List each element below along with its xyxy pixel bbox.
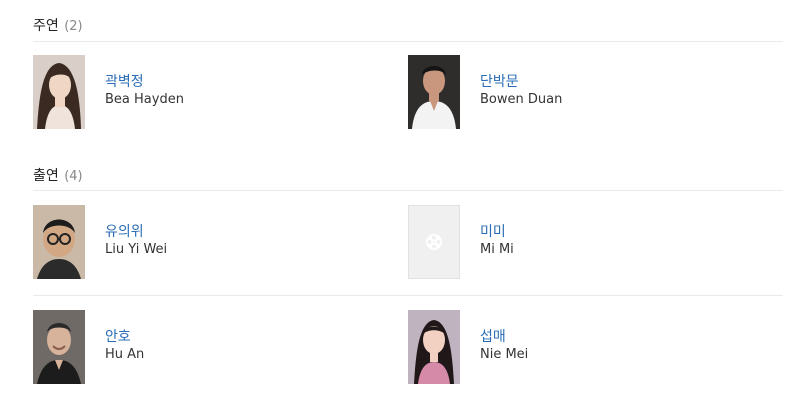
actor-name-ko[interactable]: 안호 xyxy=(105,326,131,346)
actor-photo[interactable] xyxy=(33,55,85,129)
cast-item[interactable]: 미미 Mi Mi xyxy=(408,205,738,281)
section-title-supporting: 출연 (4) xyxy=(33,165,83,185)
actor-photo[interactable] xyxy=(33,205,85,279)
actor-name-ko[interactable]: 섭매 xyxy=(480,326,506,346)
actor-name-en: Hu An xyxy=(105,347,145,362)
actor-name-ko[interactable]: 미미 xyxy=(480,221,506,241)
cast-item[interactable]: 안호 Hu An xyxy=(33,310,363,386)
section-title-supporting-count: (4) xyxy=(64,169,83,184)
film-reel-icon xyxy=(426,234,442,250)
actor-name-en: Liu Yi Wei xyxy=(105,242,168,257)
portrait-woman-long-hair-image xyxy=(33,55,85,129)
section-divider xyxy=(33,41,783,42)
portrait-woman-dark-hair-image xyxy=(408,310,460,384)
portrait-man-glasses-image xyxy=(33,205,85,279)
actor-name-ko[interactable]: 곽벽정 xyxy=(105,71,144,91)
actor-name-ko[interactable]: 유의위 xyxy=(105,221,144,241)
actor-name-en: Bea Hayden xyxy=(105,92,184,107)
section-title-main-count: (2) xyxy=(64,19,83,34)
section-title-main-label: 주연 xyxy=(33,18,59,34)
cast-item[interactable]: 단박문 Bowen Duan xyxy=(408,55,738,131)
actor-photo[interactable] xyxy=(408,55,460,129)
actor-name-ko[interactable]: 단박문 xyxy=(480,71,519,91)
row-divider xyxy=(33,295,783,296)
cast-list: 주연 (2) 곽벽정 Bea Hayden 단박문 Bowen Duan 출연 … xyxy=(0,0,800,416)
actor-name-en: Bowen Duan xyxy=(480,92,563,107)
portrait-man-white-shirt-image xyxy=(408,55,460,129)
actor-photo-placeholder[interactable] xyxy=(408,205,460,279)
actor-photo[interactable] xyxy=(408,310,460,384)
actor-photo[interactable] xyxy=(33,310,85,384)
cast-item[interactable]: 곽벽정 Bea Hayden xyxy=(33,55,363,131)
cast-item[interactable]: 섭매 Nie Mei xyxy=(408,310,738,386)
portrait-man-smiling-image xyxy=(33,310,85,384)
cast-item[interactable]: 유의위 Liu Yi Wei xyxy=(33,205,363,281)
section-title-main: 주연 (2) xyxy=(33,15,83,35)
actor-name-en: Mi Mi xyxy=(480,242,514,257)
actor-name-en: Nie Mei xyxy=(480,347,529,362)
section-divider xyxy=(33,190,783,191)
section-title-supporting-label: 출연 xyxy=(33,168,59,184)
